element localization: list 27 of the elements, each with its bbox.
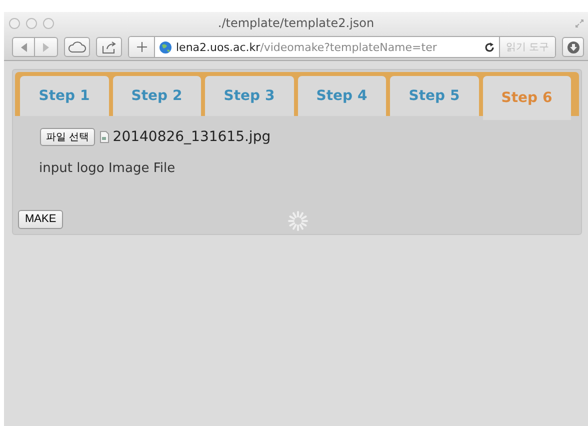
download-icon	[566, 40, 580, 54]
window-title: ./template/template2.json	[218, 16, 374, 30]
make-button[interactable]: MAKE	[18, 210, 64, 228]
zoom-button[interactable]	[43, 18, 54, 28]
forward-icon	[42, 42, 50, 52]
spinner-icon	[287, 210, 310, 232]
forward-button[interactable]	[35, 37, 58, 57]
back-button[interactable]	[12, 37, 35, 57]
choose-file-button[interactable]: 파일 선택	[40, 128, 95, 146]
step-tab[interactable]: Step 3	[205, 76, 294, 116]
cloud-icon	[68, 41, 86, 53]
minimize-button[interactable]	[26, 18, 37, 28]
back-icon	[20, 42, 28, 52]
step-tab[interactable]: Step 5	[390, 76, 478, 116]
instruction-text: input logo Image File	[38, 160, 176, 176]
cloud-button[interactable]	[64, 37, 90, 57]
file-icon	[100, 131, 109, 143]
file-name: 20140826_131615.jpg	[112, 129, 271, 145]
share-button[interactable]	[96, 37, 122, 57]
close-button[interactable]	[9, 18, 20, 28]
step-tab[interactable]: Step 6	[482, 76, 571, 120]
step-tab[interactable]: Step 4	[298, 76, 386, 116]
step-tab[interactable]: Step 1	[20, 76, 108, 116]
downloads-button[interactable]	[562, 37, 584, 57]
step-tab[interactable]: Step 2	[112, 76, 201, 116]
fullscreen-icon[interactable]	[575, 18, 584, 28]
share-icon	[102, 40, 116, 54]
